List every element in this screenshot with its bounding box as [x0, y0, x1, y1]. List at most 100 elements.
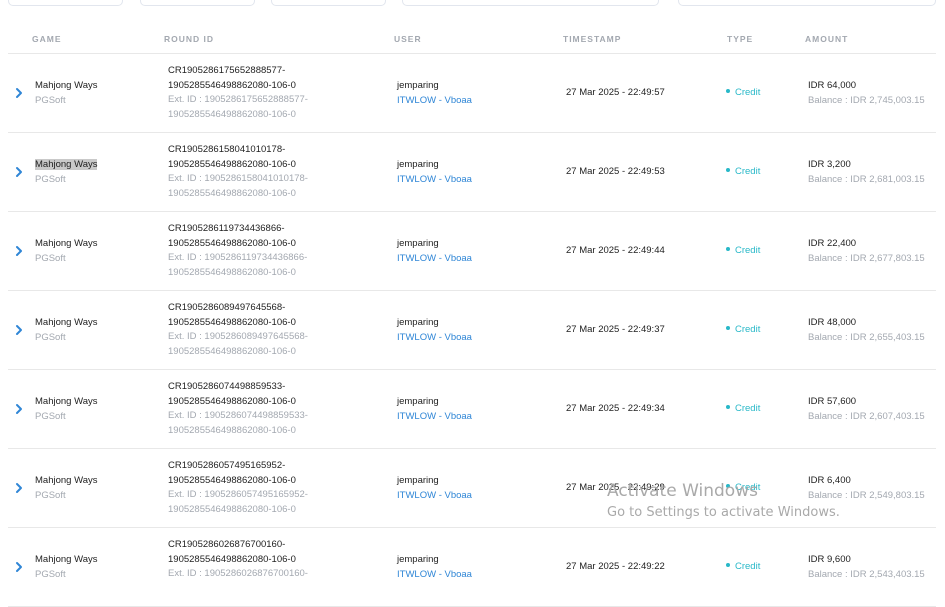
round-id-line-1: CR1905286057495165952-	[168, 460, 286, 471]
user-cell: jemparing ITWLOW - Vboaa	[397, 474, 472, 503]
round-id-line-2: 1905285546498862080-106-0	[168, 474, 296, 486]
chevron-right-icon[interactable]	[14, 324, 24, 336]
ext-id-line-2: 1905285546498862080-106-0	[168, 345, 296, 357]
game-provider: PGSoft	[35, 94, 66, 106]
type-cell: Credit	[726, 481, 760, 496]
status-dot-icon	[726, 168, 730, 173]
table-row[interactable]: Mahjong Ways PGSoft CR1905286026876700160-…	[8, 528, 936, 607]
agent-link[interactable]: ITWLOW - Vboaa	[397, 410, 472, 425]
game-cell: Mahjong Ways PGSoft	[35, 553, 97, 582]
header-type: TYPE	[727, 34, 754, 44]
agent-link[interactable]: ITWLOW - Vboaa	[397, 252, 472, 267]
user-cell: jemparing ITWLOW - Vboaa	[397, 158, 472, 187]
user-cell: jemparing ITWLOW - Vboaa	[397, 395, 472, 424]
username: jemparing	[397, 317, 439, 328]
round-id-line-2: 1905285546498862080-106-0	[168, 395, 296, 407]
amount-cell: IDR 6,400 Balance : IDR 2,549,803.15	[808, 474, 925, 503]
round-id-cell: CR1905286089497645568- 190528554649886208…	[168, 301, 308, 359]
type-cell: Credit	[726, 86, 760, 101]
round-id-line-1: CR1905286175652888577-	[168, 65, 286, 76]
header-amount: AMOUNT	[805, 34, 849, 44]
username: jemparing	[397, 396, 439, 407]
user-cell: jemparing ITWLOW - Vboaa	[397, 316, 472, 345]
amount-value: IDR 57,600	[808, 396, 857, 407]
game-provider: PGSoft	[35, 489, 66, 501]
status-dot-icon	[726, 89, 730, 94]
ext-id-line-1: Ext. ID : 1905286057495165952-	[168, 489, 308, 500]
ext-id-line-2: 1905285546498862080-106-0	[168, 108, 296, 120]
chevron-right-icon[interactable]	[14, 561, 24, 573]
username: jemparing	[397, 475, 439, 486]
game-cell: Mahjong Ways PGSoft	[35, 395, 97, 424]
table-row[interactable]: Mahjong Ways PGSoft CR1905286175652888577-…	[8, 54, 936, 133]
agent-link[interactable]: ITWLOW - Vboaa	[397, 331, 472, 346]
transactions-table: GAME ROUND ID USER TIMESTAMP TYPE AMOUNT…	[8, 24, 936, 607]
amount-value: IDR 64,000	[808, 80, 857, 91]
amount-value: IDR 9,600	[808, 554, 851, 565]
agent-link[interactable]: ITWLOW - Vboaa	[397, 489, 472, 504]
table-row[interactable]: Mahjong Ways PGSoft CR1905286057495165952-…	[8, 449, 936, 528]
game-name: Mahjong Ways	[35, 554, 98, 565]
type-cell: Credit	[726, 244, 760, 259]
agent-link[interactable]: ITWLOW - Vboaa	[397, 94, 472, 109]
type-cell: Credit	[726, 402, 760, 417]
type-cell: Credit	[726, 165, 760, 180]
balance-value: Balance : IDR 2,745,003.15	[808, 94, 925, 106]
chevron-right-icon[interactable]	[14, 245, 24, 257]
table-row[interactable]: Mahjong Ways PGSoft CR1905286074498859533-…	[8, 370, 936, 449]
chevron-right-icon[interactable]	[14, 87, 24, 99]
amount-value: IDR 6,400	[808, 475, 851, 486]
amount-value: IDR 22,400	[808, 238, 857, 249]
type-cell: Credit	[726, 323, 760, 338]
filter-field-2[interactable]	[140, 0, 255, 6]
amount-cell: IDR 3,200 Balance : IDR 2,681,003.15	[808, 158, 925, 187]
agent-link[interactable]: ITWLOW - Vboaa	[397, 173, 472, 188]
ext-id-line-2: 1905285546498862080-106-0	[168, 187, 296, 199]
round-id-cell: CR1905286158041010178- 190528554649886208…	[168, 143, 308, 201]
chevron-right-icon[interactable]	[14, 166, 24, 178]
user-cell: jemparing ITWLOW - Vboaa	[397, 79, 472, 108]
game-name: Mahjong Ways	[35, 317, 98, 328]
header-user: USER	[394, 34, 422, 44]
ext-id-line-2: 1905285546498862080-106-0	[168, 424, 296, 436]
ext-id-line-2: 1905285546498862080-106-0	[168, 503, 296, 515]
amount-cell: IDR 22,400 Balance : IDR 2,677,803.15	[808, 237, 925, 266]
ext-id-line-1: Ext. ID : 1905286026876700160-	[168, 568, 308, 579]
amount-value: IDR 48,000	[808, 317, 857, 328]
round-id-line-1: CR1905286074498859533-	[168, 381, 286, 392]
chevron-right-icon[interactable]	[14, 482, 24, 494]
round-id-line-2: 1905285546498862080-106-0	[168, 553, 296, 565]
game-provider: PGSoft	[35, 173, 66, 185]
round-id-line-2: 1905285546498862080-106-0	[168, 237, 296, 249]
type-label: Credit	[735, 87, 761, 98]
round-id-line-1: CR1905286158041010178-	[168, 144, 286, 155]
timestamp: 27 Mar 2025 - 22:49:37	[566, 324, 665, 335]
amount-value: IDR 3,200	[808, 159, 851, 170]
table-row[interactable]: Mahjong Ways PGSoft CR1905286119734436866-…	[8, 212, 936, 291]
table-row[interactable]: Mahjong Ways PGSoft CR1905286089497645568-…	[8, 291, 936, 370]
game-name: Mahjong Ways	[35, 475, 98, 486]
timestamp: 27 Mar 2025 - 22:49:29	[566, 482, 665, 493]
type-label: Credit	[735, 166, 761, 177]
game-provider: PGSoft	[35, 410, 66, 422]
round-id-line-2: 1905285546498862080-106-0	[168, 158, 296, 170]
balance-value: Balance : IDR 2,655,403.15	[808, 331, 925, 343]
game-cell: Mahjong Ways PGSoft	[35, 79, 97, 108]
chevron-right-icon[interactable]	[14, 403, 24, 415]
filter-field-3[interactable]	[271, 0, 386, 6]
filter-field-1[interactable]	[8, 0, 123, 6]
round-id-line-1: CR1905286026876700160-	[168, 539, 286, 550]
timestamp: 27 Mar 2025 - 22:49:53	[566, 166, 665, 177]
round-id-cell: CR1905286175652888577- 190528554649886208…	[168, 64, 308, 122]
ext-id-line-1: Ext. ID : 1905286175652888577-	[168, 94, 308, 105]
game-provider: PGSoft	[35, 252, 66, 264]
round-id-line-1: CR1905286089497645568-	[168, 302, 286, 313]
table-row[interactable]: Mahjong Ways PGSoft CR1905286158041010178-…	[8, 133, 936, 212]
user-cell: jemparing ITWLOW - Vboaa	[397, 237, 472, 266]
status-dot-icon	[726, 247, 730, 252]
timestamp: 27 Mar 2025 - 22:49:57	[566, 87, 665, 98]
round-id-line-2: 1905285546498862080-106-0	[168, 79, 296, 91]
filter-field-5[interactable]	[678, 0, 936, 6]
type-label: Credit	[735, 482, 761, 493]
filter-field-4[interactable]	[402, 0, 659, 6]
